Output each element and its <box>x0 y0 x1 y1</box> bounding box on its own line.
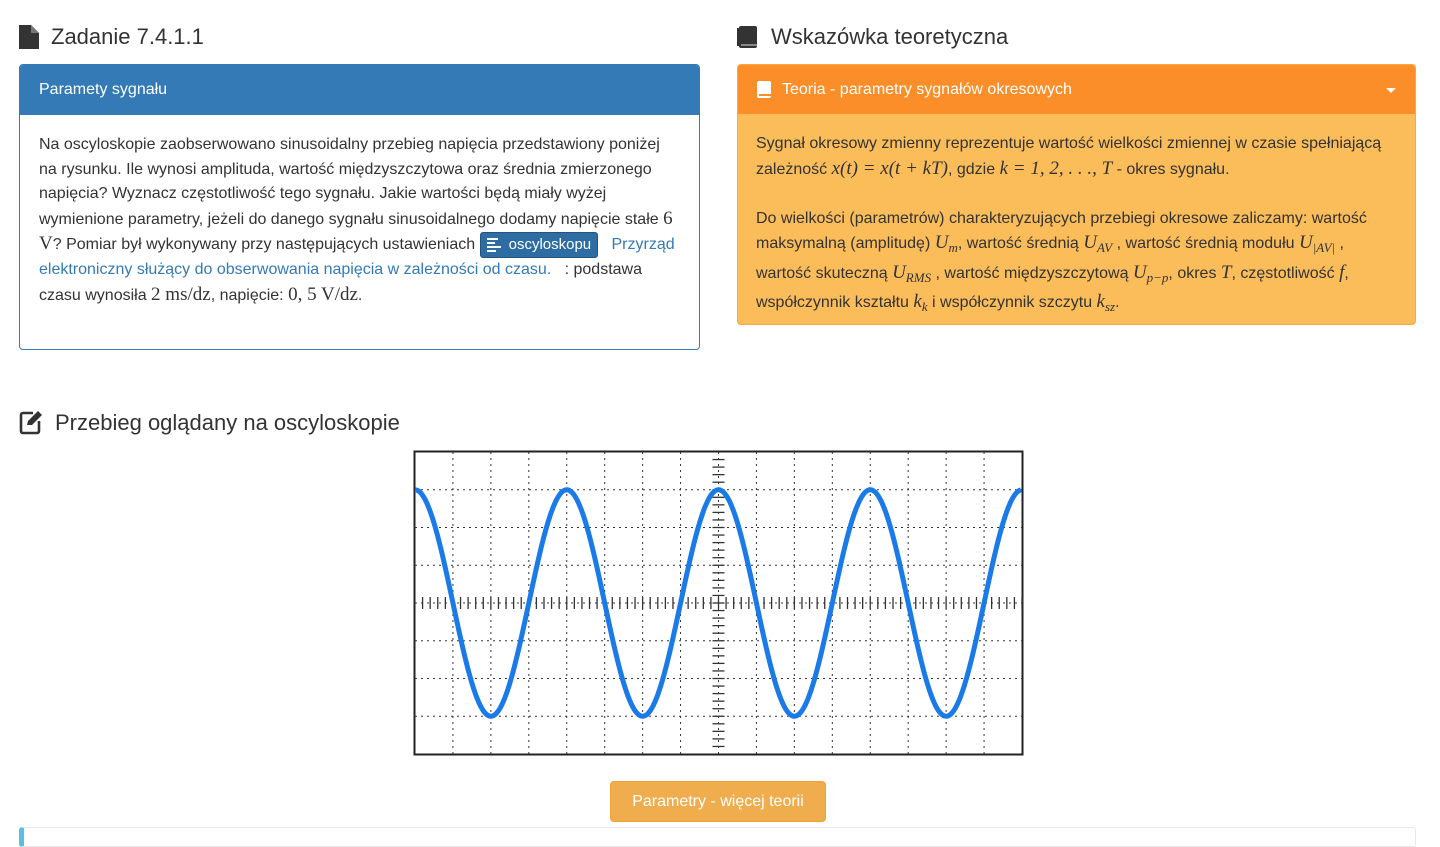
hint-text: , wartość międzyszczytową <box>931 264 1133 282</box>
task-panel: Paramety sygnału Na oscyloskopie zaobser… <box>19 64 700 350</box>
hint-heading: Wskazówka teoretyczna <box>737 24 1008 50</box>
hint-paragraph-2: Do wielkości (parametrów) charakteryzują… <box>756 207 1397 320</box>
caret-down-icon[interactable] <box>1385 82 1397 100</box>
symbol-uabsav: U|AV| <box>1298 232 1336 255</box>
periodic-formula: x(t) = x(t + kT) <box>831 157 948 179</box>
task-panel-title: Paramety sygnału <box>20 65 699 115</box>
task-text: Na oscyloskopie zaobserwowano sinusoidal… <box>39 136 664 228</box>
symbol-urms: URMS <box>892 261 932 285</box>
scope-heading: Przebieg oglądany na oscyloskopie <box>19 410 400 436</box>
file-icon <box>19 25 39 49</box>
hint-text: , wartość średnią <box>957 235 1084 252</box>
symbol-um: Um <box>934 232 958 255</box>
book-icon <box>737 26 759 48</box>
task-panel-body: Na oscyloskopie zaobserwowano sinusoidal… <box>20 115 699 326</box>
k-formula: k = 1, 2, . . ., T <box>999 157 1113 179</box>
timebase-value: 2 ms/dz <box>151 283 211 305</box>
symbol-upp: Up−p <box>1132 261 1169 285</box>
oscilloscope-display <box>413 450 1024 756</box>
hint-text: , gdzie <box>947 160 1000 178</box>
hint-text: - okres sygnału. <box>1112 160 1230 178</box>
task-text: , napięcie: <box>210 286 289 304</box>
more-theory-button[interactable]: Parametry - więcej teorii <box>610 781 826 822</box>
oscilloscope-tag-button[interactable]: oscyloskopu <box>479 232 599 258</box>
task-heading: Zadanie 7.4.1.1 <box>19 24 204 50</box>
hint-text: i współczynnik szczytu <box>927 294 1097 311</box>
symbol-kk: kk <box>913 291 928 314</box>
hint-title: Wskazówka teoretyczna <box>771 24 1009 49</box>
task-title: Zadanie 7.4.1.1 <box>51 24 204 49</box>
oscilloscope-tag-label: oscyloskopu <box>508 235 592 253</box>
hint-panel-header[interactable]: Teoria - parametry sygnałów okresowych <box>738 65 1415 114</box>
hint-text: . <box>1115 294 1120 311</box>
symbol-ksz: ksz <box>1096 291 1116 314</box>
hint-text: , okres <box>1168 264 1221 282</box>
hint-paragraph-1: Sygnał okresowy zmienny reprezentuje war… <box>756 132 1397 182</box>
symbol-uav: UAV <box>1083 232 1113 255</box>
task-text: . <box>357 286 363 304</box>
hint-panel-title: Teoria - parametry sygnałów okresowych <box>782 80 1072 98</box>
voltage-div-value: 0, 5 V/dz <box>288 283 358 305</box>
edit-icon <box>19 411 43 435</box>
task-text: ? Pomiar był wykonywany przy następujący… <box>52 236 480 254</box>
scope-title: Przebieg oglądany na oscyloskopie <box>55 410 400 435</box>
book-icon <box>756 81 772 98</box>
symbol-t: T <box>1220 261 1232 283</box>
next-panel <box>19 827 1416 847</box>
hint-text: , częstotliwość <box>1231 264 1340 282</box>
hint-panel: Teoria - parametry sygnałów okresowych S… <box>737 64 1416 325</box>
hint-panel-body: Sygnał okresowy zmienny reprezentuje war… <box>738 114 1415 338</box>
align-left-icon <box>486 238 501 252</box>
hint-text: , wartość średnią modułu <box>1112 235 1299 252</box>
